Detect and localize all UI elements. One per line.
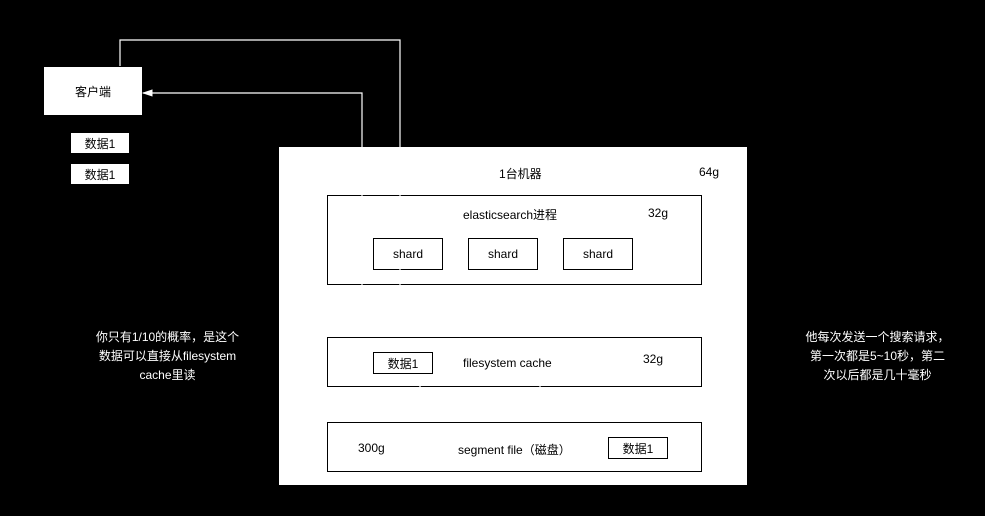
note-left: 你只有1/10的概率，是这个 数据可以直接从filesystem cache里读	[80, 328, 255, 386]
shard-3-label: shard	[583, 247, 613, 261]
machine-box: 1台机器 64g elasticsearch进程 32g shard shard…	[278, 146, 748, 486]
note-right-l1: 他每次发送一个搜索请求，	[805, 330, 949, 344]
data-item-1: 数据1	[70, 132, 130, 154]
machine-mem: 64g	[699, 165, 719, 179]
fs-cache-title: filesystem cache	[463, 356, 552, 370]
segment-title: segment file（磁盘）	[458, 441, 571, 458]
es-process-title: elasticsearch进程	[463, 206, 557, 223]
shard-1-label: shard	[393, 247, 423, 261]
es-process-box: elasticsearch进程 32g shard shard shard	[327, 195, 702, 285]
shard-3: shard	[563, 238, 633, 270]
data-item-2: 数据1	[70, 163, 130, 185]
note-right-l3: 次以后都是几十毫秒	[823, 368, 931, 382]
fs-cache-data: 数据1	[373, 352, 433, 374]
segment-data-label: 数据1	[623, 440, 654, 457]
note-right-l2: 第一次都是5~10秒，第二	[810, 349, 945, 363]
client-label: 客户端	[75, 83, 111, 100]
note-left-l3: cache里读	[139, 368, 195, 382]
note-right: 他每次发送一个搜索请求， 第一次都是5~10秒，第二 次以后都是几十毫秒	[790, 328, 965, 386]
fs-cache-data-label: 数据1	[388, 355, 419, 372]
shard-1: shard	[373, 238, 443, 270]
note-left-l1: 你只有1/10的概率，是这个	[96, 330, 239, 344]
note-left-l2: 数据可以直接从filesystem	[99, 349, 236, 363]
fs-cache-mem: 32g	[643, 352, 663, 366]
shard-2-label: shard	[488, 247, 518, 261]
segment-box: 300g segment file（磁盘） 数据1	[327, 422, 702, 472]
segment-data: 数据1	[608, 437, 668, 459]
fs-cache-box: 数据1 filesystem cache 32g	[327, 337, 702, 387]
es-process-mem: 32g	[648, 206, 668, 220]
data-item-2-label: 数据1	[85, 166, 116, 183]
client-box: 客户端	[43, 66, 143, 116]
shard-2: shard	[468, 238, 538, 270]
segment-prefix: 300g	[358, 441, 385, 455]
machine-title: 1台机器	[499, 165, 542, 182]
data-item-1-label: 数据1	[85, 135, 116, 152]
